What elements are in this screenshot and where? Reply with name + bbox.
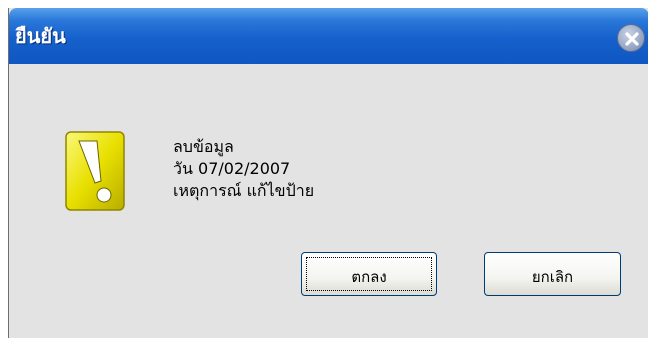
message-line-1: ลบข้อมูล	[173, 137, 234, 156]
cancel-button[interactable]: ยกเลิก	[484, 252, 621, 296]
dialog-title: ยืนยัน	[15, 24, 66, 48]
message-line-2: วัน 07/02/2007	[173, 159, 291, 178]
cancel-button-label: ยกเลิก	[531, 268, 574, 286]
message-line-3: เหตุการณ์ แก้ไขป้าย	[173, 181, 315, 200]
confirm-dialog: ยืนยัน ลบข้อมูล วัน 07/02/2007 เหตุการณ์…	[8, 8, 648, 338]
close-button[interactable]	[617, 24, 645, 52]
ok-button[interactable]: ตกลง	[301, 252, 437, 296]
ok-button-label: ตกลง	[351, 268, 387, 286]
close-icon	[625, 32, 639, 46]
exclamation-warning-icon	[65, 131, 125, 211]
dialog-titlebar[interactable]: ยืนยัน	[9, 8, 648, 64]
